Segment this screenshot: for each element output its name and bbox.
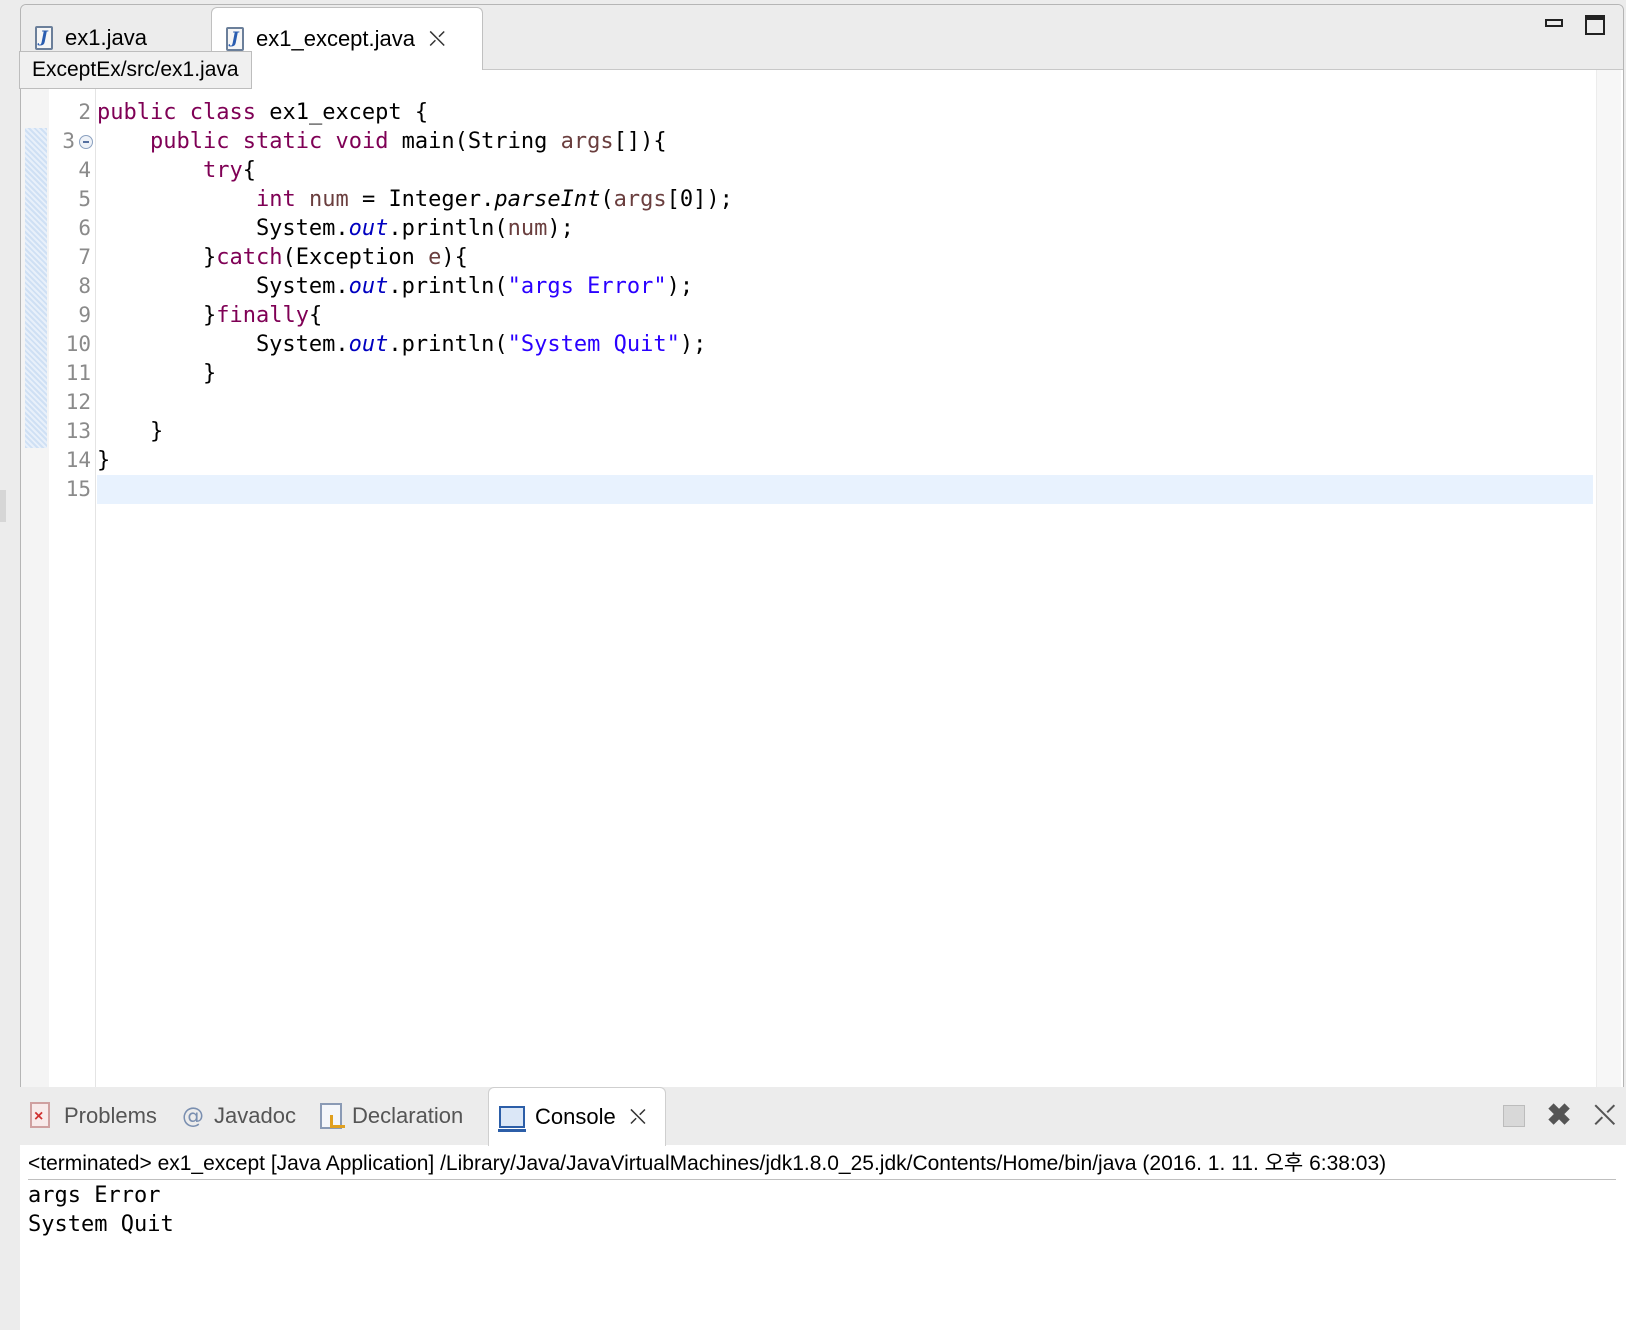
tab-console[interactable]: Console ⛌ [488, 1087, 666, 1146]
line-number: 2 [78, 100, 91, 124]
tab-tooltip: ExceptEx/src/ex1.java [19, 51, 252, 89]
declaration-icon [320, 1103, 345, 1129]
code-line-13: } [97, 419, 164, 444]
line-number: 7 [78, 245, 91, 269]
remove-all-terminated-icon[interactable]: ⛌ [1594, 1101, 1616, 1131]
console-output-line: System Quit [28, 1212, 174, 1237]
javadoc-icon: @ [182, 1103, 204, 1129]
tab-problems[interactable]: Problems [30, 1087, 157, 1145]
line-number: 4 [78, 158, 91, 182]
tab-label: ex1.java [65, 25, 147, 50]
console-process-info: <terminated> ex1_except [Java Applicatio… [28, 1149, 1616, 1180]
tab-javadoc[interactable]: @ Javadoc [182, 1087, 296, 1145]
code-line-8: System.out.println("args Error"); [97, 274, 694, 299]
console-output-line: args Error [28, 1183, 161, 1208]
code-line-14: } [97, 448, 111, 473]
line-number: 12 [65, 390, 91, 414]
line-number: 9 [78, 303, 91, 327]
close-tab-icon[interactable]: ⛌ [630, 1105, 646, 1130]
tab-ex1-except-java[interactable]: ex1_except.java ⛌ [211, 7, 483, 70]
code-line-10: System.out.println("System Quit"); [97, 332, 707, 357]
editor-tab-bar: ex1.java ex1_except.java ⛌ [21, 5, 1623, 70]
line-number: 13 [65, 419, 91, 443]
maximize-icon[interactable] [1585, 15, 1605, 35]
java-file-icon [35, 26, 53, 50]
console-icon [498, 1106, 526, 1132]
code-line-6: System.out.println(num); [97, 216, 574, 241]
problems-icon [30, 1102, 54, 1130]
line-number: 15 [65, 477, 91, 501]
overview-ruler-left [21, 70, 49, 1120]
line-number: 8 [78, 274, 91, 298]
collapse-fold-icon[interactable] [79, 135, 93, 149]
terminate-icon[interactable] [1502, 1105, 1525, 1127]
line-number: 6 [78, 216, 91, 240]
editor-frame: ex1.java ex1_except.java ⛌ ExceptEx/src/… [19, 4, 1624, 1122]
editor-window-controls [1545, 15, 1605, 35]
code-line-7: }catch(Exception e){ [97, 245, 468, 270]
tab-label: Javadoc [214, 1103, 296, 1128]
code-line-4: try{ [202, 158, 256, 183]
code-line-5: int num = Integer.parseInt(args[0]); [255, 187, 733, 212]
vertical-scrollbar[interactable] [1596, 70, 1621, 1115]
line-number: 10 [65, 332, 91, 356]
code-line-9: }finally{ [97, 303, 323, 328]
close-tab-icon[interactable]: ⛌ [429, 27, 445, 52]
line-number: 14 [65, 448, 91, 472]
line-number: 11 [65, 361, 91, 385]
code-line-2: public class ex1_except { [97, 100, 429, 125]
tab-label: Problems [64, 1103, 157, 1128]
line-number-gutter: 2 3 4 5 6 7 8 9 10 11 12 13 14 15 [49, 70, 96, 1120]
console-toolbar: ✖ ⛌ [1502, 1101, 1616, 1131]
line-number: 3 [62, 129, 75, 153]
code-line-3: public static void main(String args[]){ [149, 129, 667, 154]
tab-label: Declaration [352, 1103, 464, 1128]
tab-declaration[interactable]: Declaration [320, 1087, 463, 1145]
tab-label: ex1_except.java [256, 26, 415, 51]
tab-label: Console [535, 1104, 616, 1129]
code-line-11: } [97, 361, 217, 386]
minimize-icon[interactable] [1545, 19, 1563, 27]
code-editor[interactable]: public class ex1_except { public static … [97, 70, 1593, 1120]
sash-marker[interactable] [0, 490, 6, 522]
line-number: 5 [78, 187, 91, 211]
remove-launch-icon[interactable]: ✖ [1547, 1101, 1572, 1131]
java-file-icon [226, 27, 244, 51]
panel-tab-bar: Problems @ Javadoc Declaration Console ⛌… [20, 1087, 1626, 1146]
bottom-panel: Problems @ Javadoc Declaration Console ⛌… [20, 1087, 1626, 1330]
method-range-indicator [25, 128, 47, 448]
